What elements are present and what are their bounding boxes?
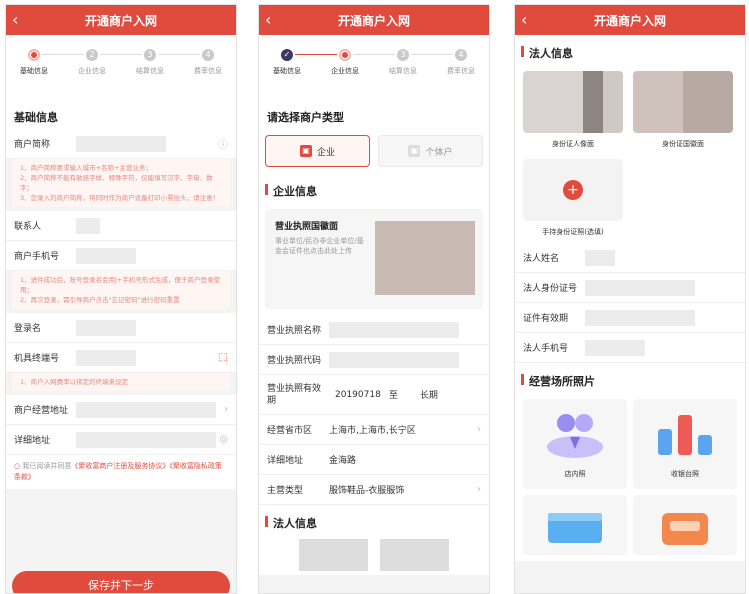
- save-next-button[interactable]: 保存并下一步: [12, 571, 230, 593]
- business-address-field[interactable]: 商户经营地址 ›: [6, 395, 236, 425]
- legal-phone-field[interactable]: 法人手机号: [515, 333, 745, 363]
- handheld-id-upload[interactable]: + 手持身份证照(选填): [523, 159, 623, 237]
- category-field[interactable]: 主营类型 服饰鞋品-衣服服饰 ›: [259, 475, 489, 505]
- store-illustration-icon: [547, 414, 603, 458]
- type-individual-button[interactable]: ▣ 个体户: [378, 135, 483, 167]
- legal-id-front-thumb[interactable]: [299, 539, 368, 571]
- license-image[interactable]: [375, 221, 475, 295]
- section-title-photos: 经营场所照片: [515, 363, 745, 393]
- section-title-merchant-type: 请选择商户类型: [259, 99, 489, 129]
- id-upload-grid: 身份证人像面 身份证国徽面 + 手持身份证照(选填): [515, 65, 745, 243]
- individual-icon: ▣: [408, 145, 421, 157]
- step-rate: 4 费率信息: [447, 49, 475, 75]
- legal-name-field[interactable]: 法人姓名: [515, 243, 745, 273]
- section-title-legal: 法人信息: [259, 505, 489, 535]
- detail-address-field[interactable]: 详细地址 ◎: [6, 425, 236, 455]
- note-login: 1、进件成功后，账号登录名会用J+手机号形式生成，便于商户登录使用； 2、再次登…: [12, 271, 230, 309]
- chevron-right-icon: ›: [477, 424, 481, 435]
- plus-icon: +: [563, 180, 583, 200]
- step-indicator: 基础信息 2 企业信息 3 结算信息 4 费率信息: [6, 35, 236, 99]
- contact-field[interactable]: 联系人: [6, 211, 236, 241]
- merchant-short-name-field[interactable]: 商户简称 ⓘ: [6, 129, 236, 159]
- type-enterprise-button[interactable]: ▣ 企业: [265, 135, 370, 167]
- other-photo-upload[interactable]: [633, 495, 737, 555]
- scan-icon[interactable]: ⬚: [219, 352, 228, 363]
- location-icon[interactable]: ◎: [219, 434, 228, 445]
- note-short-name: 1、商户简称要求输入城市+名称+主营业务； 2、商户简称不能有敏感字样、特殊字符…: [12, 159, 230, 207]
- page-title: 开通商户入网: [84, 13, 157, 28]
- back-arrow-icon[interactable]: ‹: [521, 10, 527, 29]
- step-settlement: 3 结算信息: [389, 49, 417, 75]
- agreement: ○ 我已阅读并同意《聚收富商户注册及服务协议》《聚收富隐私政策条款》: [6, 455, 236, 489]
- enterprise-icon: ▣: [299, 145, 312, 157]
- terminal-field[interactable]: 机具终端号 ⬚: [6, 343, 236, 373]
- note-terminal: 1、商户入网费率以绑定的终端来设定: [12, 373, 230, 391]
- radio-icon[interactable]: ○: [14, 462, 20, 470]
- screen-legal-info: ‹ 开通商户入网 法人信息 身份证人像面 身份证国徽面 + 手持身份证照(选填)…: [514, 4, 746, 594]
- license-desc: 事业单位/民办非企业单位/基金会证件也点击此处上传: [275, 237, 364, 255]
- cashier-photo-upload[interactable]: 收银台照: [633, 399, 737, 489]
- step-basic: 基础信息: [6, 49, 62, 76]
- license-code-field[interactable]: 营业执照代码: [259, 345, 489, 375]
- other-illustration-icon: [662, 513, 708, 545]
- top-bar: ‹ 开通商户入网: [515, 5, 745, 35]
- step-rate: 4 费率信息: [194, 49, 222, 75]
- page-title: 开通商户入网: [337, 13, 410, 28]
- id-validity-field[interactable]: 证件有效期: [515, 303, 745, 333]
- top-bar: ‹ 开通商户入网: [259, 5, 489, 35]
- id-back-upload[interactable]: 身份证国徽面: [633, 71, 733, 149]
- phone-field[interactable]: 商户手机号: [6, 241, 236, 271]
- question-icon[interactable]: ⓘ: [218, 136, 228, 151]
- step-basic: ✓ 基础信息: [273, 49, 301, 75]
- screen-basic-info: ‹ 开通商户入网 基础信息 2 企业信息 3 结算信息 4 费率信息 基础信息 …: [5, 4, 237, 594]
- chevron-right-icon: ›: [477, 484, 481, 495]
- merchant-type-selector: ▣ 企业 ▣ 个体户: [259, 129, 489, 173]
- license-name-field[interactable]: 营业执照名称: [259, 315, 489, 345]
- step-settlement: 3 结算信息: [136, 49, 164, 75]
- storefront-photo-upload[interactable]: [523, 495, 627, 555]
- chevron-right-icon: ›: [224, 404, 228, 415]
- login-name-field[interactable]: 登录名: [6, 313, 236, 343]
- legal-id-field[interactable]: 法人身份证号: [515, 273, 745, 303]
- photo-upload-grid: 店内照 收银台照: [515, 393, 745, 561]
- step-enterprise: 2 企业信息: [78, 49, 106, 75]
- region-field[interactable]: 经营省市区 上海市,上海市,长宁区 ›: [259, 415, 489, 445]
- id-front-upload[interactable]: 身份证人像面: [523, 71, 623, 149]
- back-arrow-icon[interactable]: ‹: [265, 10, 271, 29]
- step-enterprise: 企业信息: [317, 49, 373, 76]
- section-title-enterprise: 企业信息: [259, 173, 489, 203]
- step-indicator: ✓ 基础信息 企业信息 3 结算信息 4 费率信息: [259, 35, 489, 99]
- page-title: 开通商户入网: [593, 13, 666, 28]
- top-bar: ‹ 开通商户入网: [6, 5, 236, 35]
- legal-id-back-thumb[interactable]: [380, 539, 449, 571]
- cashier-illustration-icon: [658, 415, 712, 455]
- license-upload[interactable]: 营业执照国徽面 事业单位/民办非企业单位/基金会证件也点击此处上传: [259, 203, 489, 315]
- license-validity-field[interactable]: 营业执照有效期 20190718 至 长期: [259, 375, 489, 415]
- store-photo-upload[interactable]: 店内照: [523, 399, 627, 489]
- section-title-legal: 法人信息: [515, 35, 745, 65]
- detail-address-field[interactable]: 详细地址 金海路: [259, 445, 489, 475]
- screen-enterprise-info: ‹ 开通商户入网 ✓ 基础信息 企业信息 3 结算信息 4 费率信息 请选择商户…: [258, 4, 490, 594]
- storefront-illustration-icon: [548, 513, 602, 543]
- back-arrow-icon[interactable]: ‹: [12, 10, 18, 29]
- section-title-basic: 基础信息: [6, 99, 236, 129]
